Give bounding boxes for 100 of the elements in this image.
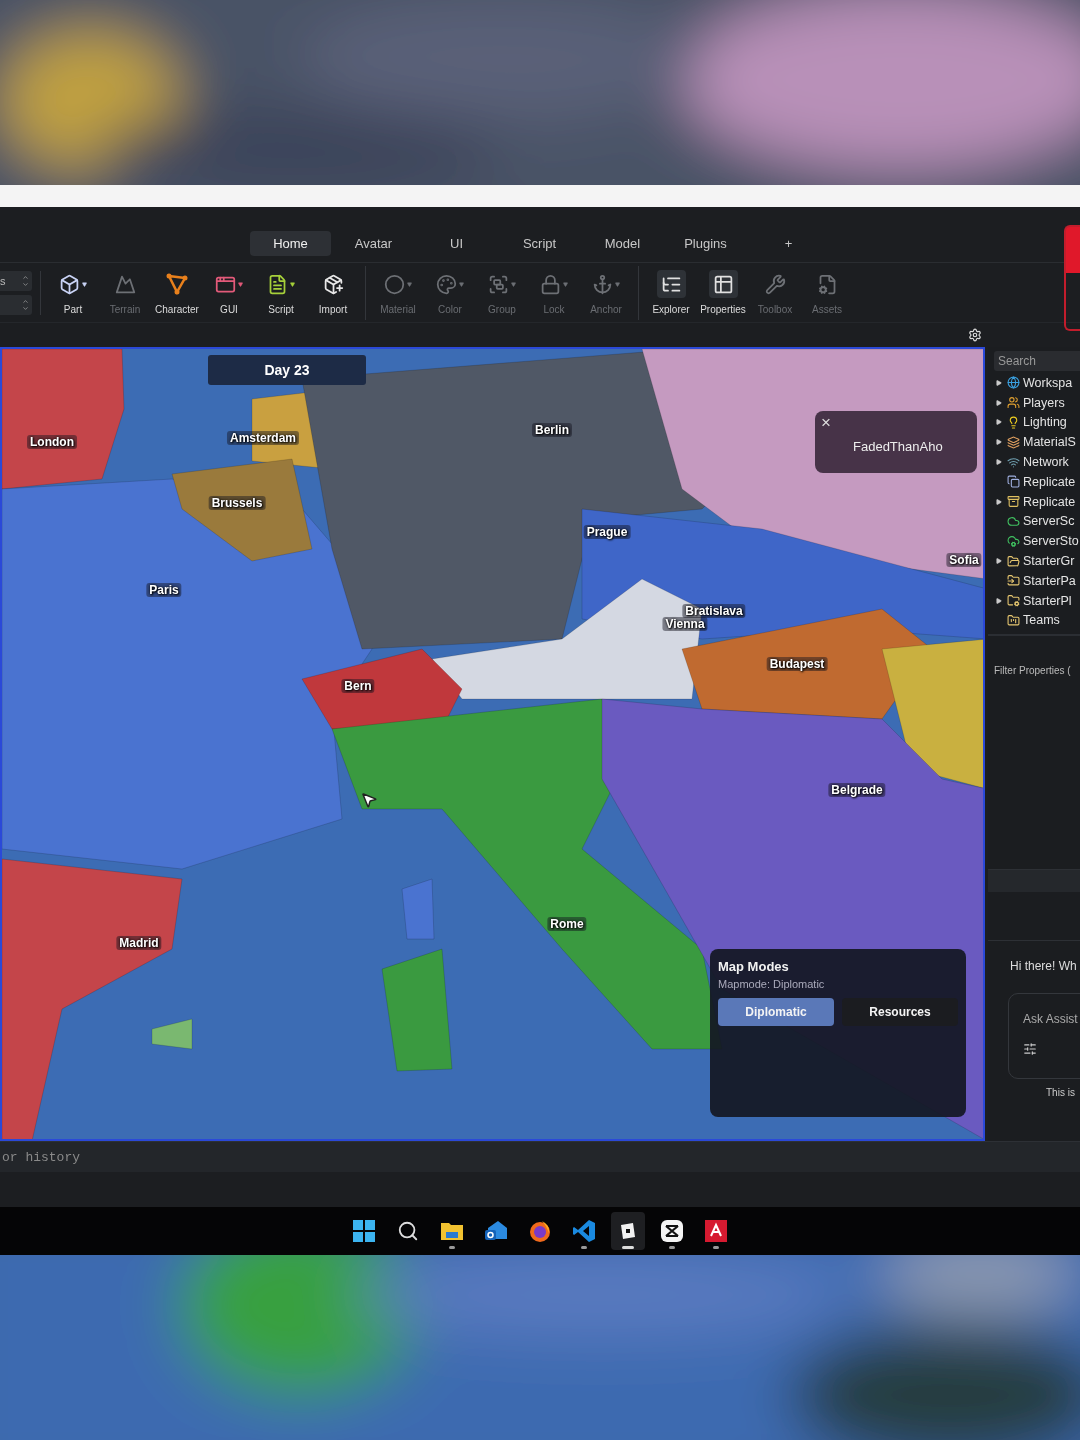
tool-icon <box>59 273 80 295</box>
toolbar-button[interactable]: Explorer <box>645 265 697 320</box>
explorer-item[interactable]: ServerSc <box>988 511 1080 532</box>
service-icon <box>1007 416 1020 429</box>
mapmode-status: Mapmode: Diplomatic <box>718 978 826 990</box>
tool-icon <box>488 273 509 295</box>
expand-icon[interactable] <box>996 399 1002 406</box>
taskbar-button[interactable] <box>611 1212 645 1250</box>
cursor-icon <box>360 791 378 809</box>
windows-start-icon <box>352 1219 376 1243</box>
expand-icon[interactable] <box>996 558 1002 565</box>
explorer-item[interactable]: StarterGr <box>988 551 1080 571</box>
day-banner: Day 23 <box>208 355 366 385</box>
command-bar[interactable]: or history <box>0 1141 1080 1172</box>
toolbar-button[interactable]: Import <box>307 265 359 320</box>
tool-icon <box>712 273 734 295</box>
side-tab[interactable] <box>1064 225 1080 331</box>
caret-icon <box>82 281 87 287</box>
running-indicator <box>581 1246 587 1249</box>
ribbon-tab[interactable]: Plugins <box>665 231 746 256</box>
explorer-item[interactable]: Players <box>988 392 1080 413</box>
ribbon-tab[interactable]: UI <box>416 231 497 256</box>
service-icon <box>1007 594 1020 608</box>
caret-icon <box>290 281 295 287</box>
character-icon <box>166 273 188 295</box>
expand-icon[interactable] <box>996 439 1002 446</box>
explorer-item[interactable]: Replicate <box>988 491 1080 512</box>
service-icon <box>1007 376 1020 390</box>
expand-icon[interactable] <box>996 379 1002 386</box>
explorer-item[interactable]: StarterPa <box>988 570 1080 591</box>
explorer-item[interactable]: Replicate <box>988 472 1080 492</box>
number-spinner[interactable]: s <box>0 270 32 291</box>
mapmode-button[interactable]: Diplomatic <box>718 998 834 1026</box>
toolbar-button[interactable]: GUI <box>203 265 255 320</box>
service-icon <box>1007 396 1020 410</box>
sliders-icon[interactable] <box>1023 1042 1037 1056</box>
service-icon <box>1007 495 1020 509</box>
service-icon <box>1007 435 1020 449</box>
player-name: FadedThanAho <box>853 439 943 454</box>
settings-icon[interactable] <box>968 328 982 342</box>
filter-field[interactable]: Filter Properties ( <box>992 664 1080 678</box>
toolbar-button[interactable]: Script <box>255 265 307 320</box>
expand-icon[interactable] <box>996 498 1002 505</box>
tool-icon <box>764 273 786 295</box>
expand-icon[interactable] <box>996 597 1002 604</box>
explorer-item[interactable]: Lighting <box>988 412 1080 433</box>
ribbon-tab[interactable]: Home <box>250 231 331 256</box>
toolbar-button[interactable]: Character <box>151 265 203 320</box>
search-field[interactable]: Search <box>994 351 1080 371</box>
expand-icon[interactable] <box>996 419 1002 426</box>
service-icon <box>1007 534 1020 548</box>
mapmode-button[interactable]: Resources <box>842 998 958 1026</box>
caret-icon <box>511 281 516 287</box>
running-indicator <box>449 1246 455 1249</box>
explorer-item[interactable]: MaterialS <box>988 432 1080 453</box>
close-button[interactable]: × <box>819 413 833 433</box>
service-icon <box>1007 613 1020 627</box>
running-indicator <box>669 1246 675 1249</box>
toolbar-button[interactable]: Part <box>47 265 99 320</box>
ribbon-tab[interactable]: Avatar <box>333 231 414 256</box>
tool-icon <box>322 273 344 295</box>
browser-icon <box>528 1219 552 1243</box>
service-icon <box>1007 514 1020 528</box>
amd-app-icon <box>704 1219 728 1243</box>
caret-icon <box>238 281 243 287</box>
ribbon-tab[interactable]: Script <box>499 231 580 256</box>
assistant-input[interactable]: Ask Assist <box>1023 1012 1080 1026</box>
explorer-item[interactable]: StarterPl <box>988 590 1080 611</box>
tool-icon <box>436 273 457 295</box>
caret-icon <box>459 281 464 287</box>
search-icon <box>397 1220 419 1242</box>
service-icon <box>1007 554 1020 568</box>
service-icon <box>1007 475 1020 489</box>
city-label: Sofia <box>946 553 982 567</box>
tool-icon <box>114 273 136 295</box>
caret-icon <box>407 281 412 287</box>
caret-icon <box>615 281 620 287</box>
expand-icon[interactable] <box>996 459 1002 466</box>
explorer-item[interactable]: Workspa <box>988 373 1080 393</box>
code-editor-icon <box>572 1219 596 1243</box>
assistant-footer: This is <box>1046 1087 1080 1098</box>
tool-icon <box>267 273 288 295</box>
tool-icon <box>816 273 838 295</box>
ribbon-tab[interactable]: + <box>748 231 829 256</box>
explorer-item[interactable]: Teams <box>988 610 1080 631</box>
panel-title: Map Modes <box>718 959 790 974</box>
service-icon <box>1007 574 1020 588</box>
tool-icon <box>592 273 613 295</box>
mail-icon <box>484 1219 508 1243</box>
video-editor-icon <box>660 1219 684 1243</box>
ribbon-tab[interactable]: Model <box>582 231 663 256</box>
explorer-item[interactable]: Network <box>988 452 1080 472</box>
running-indicator <box>713 1246 719 1249</box>
explorer-item[interactable]: ServerSto <box>988 531 1080 552</box>
running-indicator <box>622 1246 634 1249</box>
service-icon <box>1007 455 1020 469</box>
assistant-greeting: Hi there! Wh <box>1010 959 1078 973</box>
toolbar-button[interactable]: Properties <box>697 265 749 320</box>
caret-icon <box>563 281 568 287</box>
tool-icon <box>540 273 561 295</box>
